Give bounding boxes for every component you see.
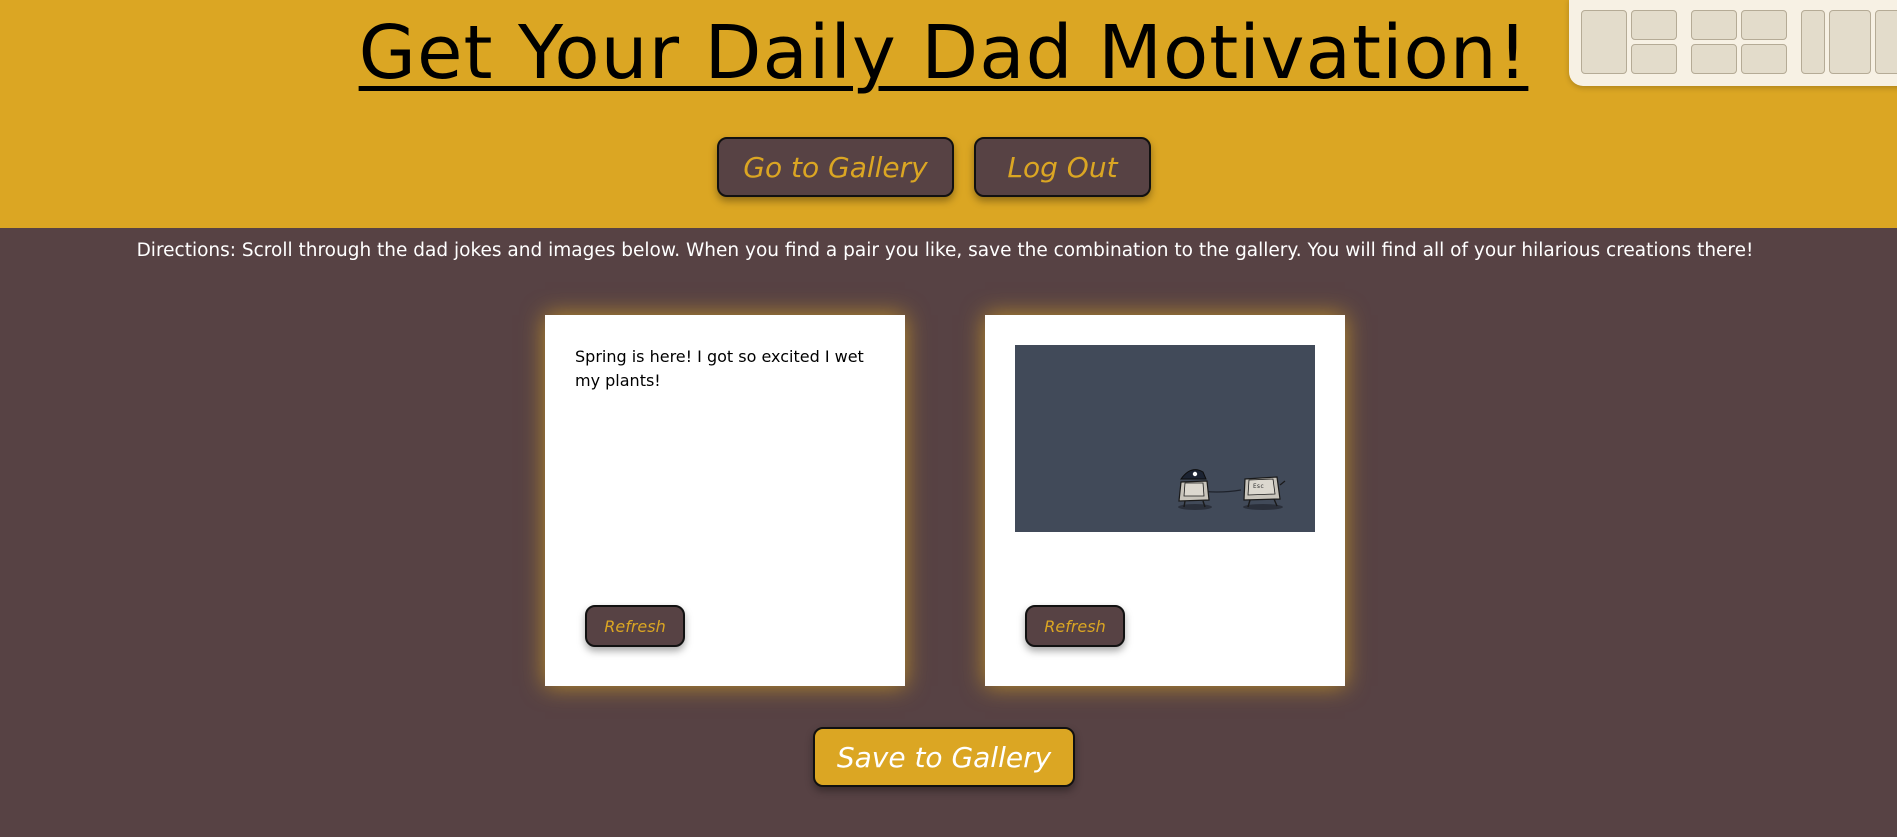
log-out-button[interactable]: Log Out bbox=[974, 137, 1151, 197]
snap-layout-option[interactable] bbox=[1631, 10, 1677, 40]
snap-layout-option[interactable] bbox=[1741, 10, 1787, 40]
save-to-gallery-button[interactable]: Save to Gallery bbox=[813, 727, 1075, 787]
image-card: Esc Refresh bbox=[985, 315, 1345, 686]
refresh-image-button[interactable]: Refresh bbox=[1025, 605, 1125, 647]
snap-layout-option[interactable] bbox=[1829, 10, 1871, 74]
joke-text: Spring is here! I got so excited I wet m… bbox=[575, 347, 864, 390]
snap-layout-option[interactable] bbox=[1581, 10, 1627, 74]
snap-layout-option[interactable] bbox=[1631, 44, 1677, 74]
snap-layout-option[interactable] bbox=[1741, 44, 1787, 74]
snap-layout-widget bbox=[1569, 0, 1897, 86]
joke-card: Spring is here! I got so excited I wet m… bbox=[545, 315, 905, 686]
snap-layout-option[interactable] bbox=[1801, 10, 1825, 74]
directions-text: Directions: Scroll through the dad jokes… bbox=[136, 240, 1754, 261]
snap-layout-option[interactable] bbox=[1875, 10, 1897, 74]
svg-text:Esc: Esc bbox=[1253, 483, 1264, 490]
snap-layout-option[interactable] bbox=[1691, 10, 1737, 40]
comic-keycaps-icon: Esc bbox=[1015, 345, 1315, 532]
go-to-gallery-button[interactable]: Go to Gallery bbox=[717, 137, 954, 197]
snap-layout-option[interactable] bbox=[1691, 44, 1737, 74]
refresh-joke-button[interactable]: Refresh bbox=[585, 605, 685, 647]
